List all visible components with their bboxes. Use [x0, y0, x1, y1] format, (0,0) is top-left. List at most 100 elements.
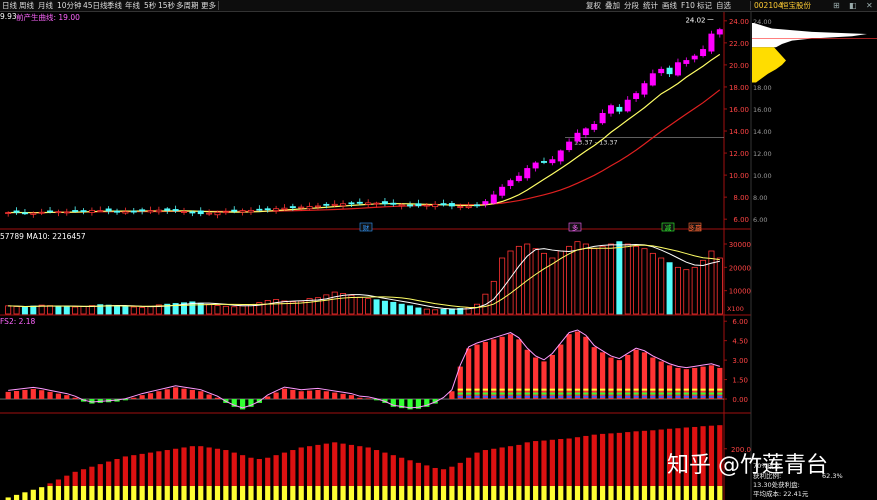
indicator-signal-band	[549, 395, 555, 398]
flow-bar-top	[89, 466, 95, 486]
indicator-signal-band	[650, 395, 656, 398]
candle-body	[181, 211, 187, 213]
flow-bar-top	[80, 469, 87, 486]
flow-bar-top	[114, 459, 120, 486]
indicator-bar	[357, 397, 363, 400]
flow-bar-top	[181, 447, 187, 486]
volume-bar	[147, 305, 154, 315]
flow-bar-top	[332, 442, 338, 486]
candle-body	[273, 208, 280, 212]
flow-bar-top	[591, 434, 597, 486]
high-price-label: 24.02	[685, 17, 705, 25]
indicator-bar	[524, 349, 530, 400]
indicator-signal-band	[608, 395, 614, 398]
volume-tick-label: 20000	[729, 264, 751, 272]
candle-body	[281, 207, 288, 210]
indicator-bar	[340, 393, 346, 400]
flow-bar-top	[156, 451, 162, 486]
flow-bar-base	[633, 485, 639, 500]
flow-bar-base	[173, 485, 179, 500]
indicator-signal-band	[507, 388, 514, 391]
indicator-signal-band	[675, 388, 681, 391]
flow-bar-base	[214, 485, 221, 500]
indicator-bar	[273, 392, 279, 400]
flow-bar-base	[466, 485, 472, 500]
flow-bar-base	[156, 485, 162, 500]
candle-body	[474, 204, 481, 207]
flow-bar-base	[516, 485, 522, 500]
indicator-bar	[72, 397, 78, 400]
volume-bar	[507, 250, 514, 315]
flow-bar-base	[106, 485, 112, 500]
indicator-signal-band	[457, 392, 463, 395]
indicator-bar	[198, 391, 204, 400]
indicator-signal-band	[524, 395, 530, 398]
flow-bar-base	[692, 485, 698, 500]
indicator-signal-band	[700, 392, 706, 395]
flow-bar-top	[533, 441, 539, 486]
flow-bar-base	[399, 485, 405, 500]
flow-bar-top	[248, 457, 254, 486]
indicator-signal-band	[633, 388, 639, 391]
indicator-signal-band	[616, 395, 622, 398]
candle-body	[616, 106, 623, 112]
indicator-signal-band	[692, 395, 698, 398]
indicator-bar	[173, 387, 179, 400]
flow-bar-base	[432, 485, 438, 500]
candle-body	[21, 212, 28, 215]
volume-bar	[331, 291, 338, 315]
candle-body	[415, 203, 422, 207]
volume-bar	[373, 299, 380, 315]
indicator-signal-band	[499, 388, 505, 391]
indicator-bar	[147, 393, 154, 400]
indicator-signal-band	[583, 388, 589, 391]
flow-bar-top	[499, 447, 505, 486]
flow-bar-base	[114, 485, 120, 500]
candle-body	[206, 212, 213, 215]
candle-body	[591, 124, 598, 130]
flow-bar-base	[373, 485, 380, 500]
volume-bar	[47, 305, 54, 315]
indicator-signal-band	[633, 395, 639, 398]
indicator-signal-band	[516, 395, 522, 398]
flow-bar-top	[424, 465, 430, 486]
volume-bar	[515, 245, 522, 315]
flow-bar-top	[633, 431, 639, 486]
ma-short-line	[8, 53, 721, 214]
volume-bar	[658, 257, 665, 315]
flow-bar-base	[683, 485, 689, 500]
indicator-signal-band	[658, 395, 664, 398]
flow-bar-top	[566, 438, 572, 486]
volume-bar	[356, 296, 363, 315]
reference-level-label: 13.37 - 13.37	[574, 139, 618, 147]
indicator-tick-label: 1.50	[732, 377, 748, 385]
flow-bar-base	[265, 485, 271, 500]
indicator-signal-band	[650, 392, 656, 395]
indicator-bar	[30, 388, 36, 400]
flow-bar-top	[616, 432, 622, 486]
chip-price-label: 12.00	[753, 150, 772, 158]
candle-body	[323, 203, 330, 206]
indicator-signal-band	[700, 395, 706, 398]
indicator-signal-band	[717, 388, 723, 391]
volume-bar	[5, 305, 12, 315]
candle-body	[432, 203, 439, 208]
flow-bar-top	[357, 446, 363, 486]
volume-bar	[340, 293, 347, 315]
indicator-signal-band	[583, 392, 589, 395]
flow-bar-base	[323, 485, 329, 500]
indicator-signal-band	[608, 388, 614, 391]
candle-body	[373, 202, 380, 205]
flow-bar-top	[47, 483, 53, 486]
candle-body	[700, 49, 707, 57]
volume-bar	[566, 245, 573, 315]
flow-bar-top	[348, 444, 355, 486]
flow-bar-top	[407, 460, 413, 486]
flow-bar-top	[315, 444, 321, 486]
flow-bar-top	[240, 455, 246, 486]
indicator-signal-band	[625, 392, 631, 395]
kline-chart[interactable]: 24.00 22.00 20.00 18.00 16.00 14.00 12.00 10.00…	[0, 0, 877, 500]
volume-bar	[557, 250, 564, 315]
price-tick-label: 10.00	[729, 172, 749, 180]
indicator-bar	[323, 391, 329, 400]
